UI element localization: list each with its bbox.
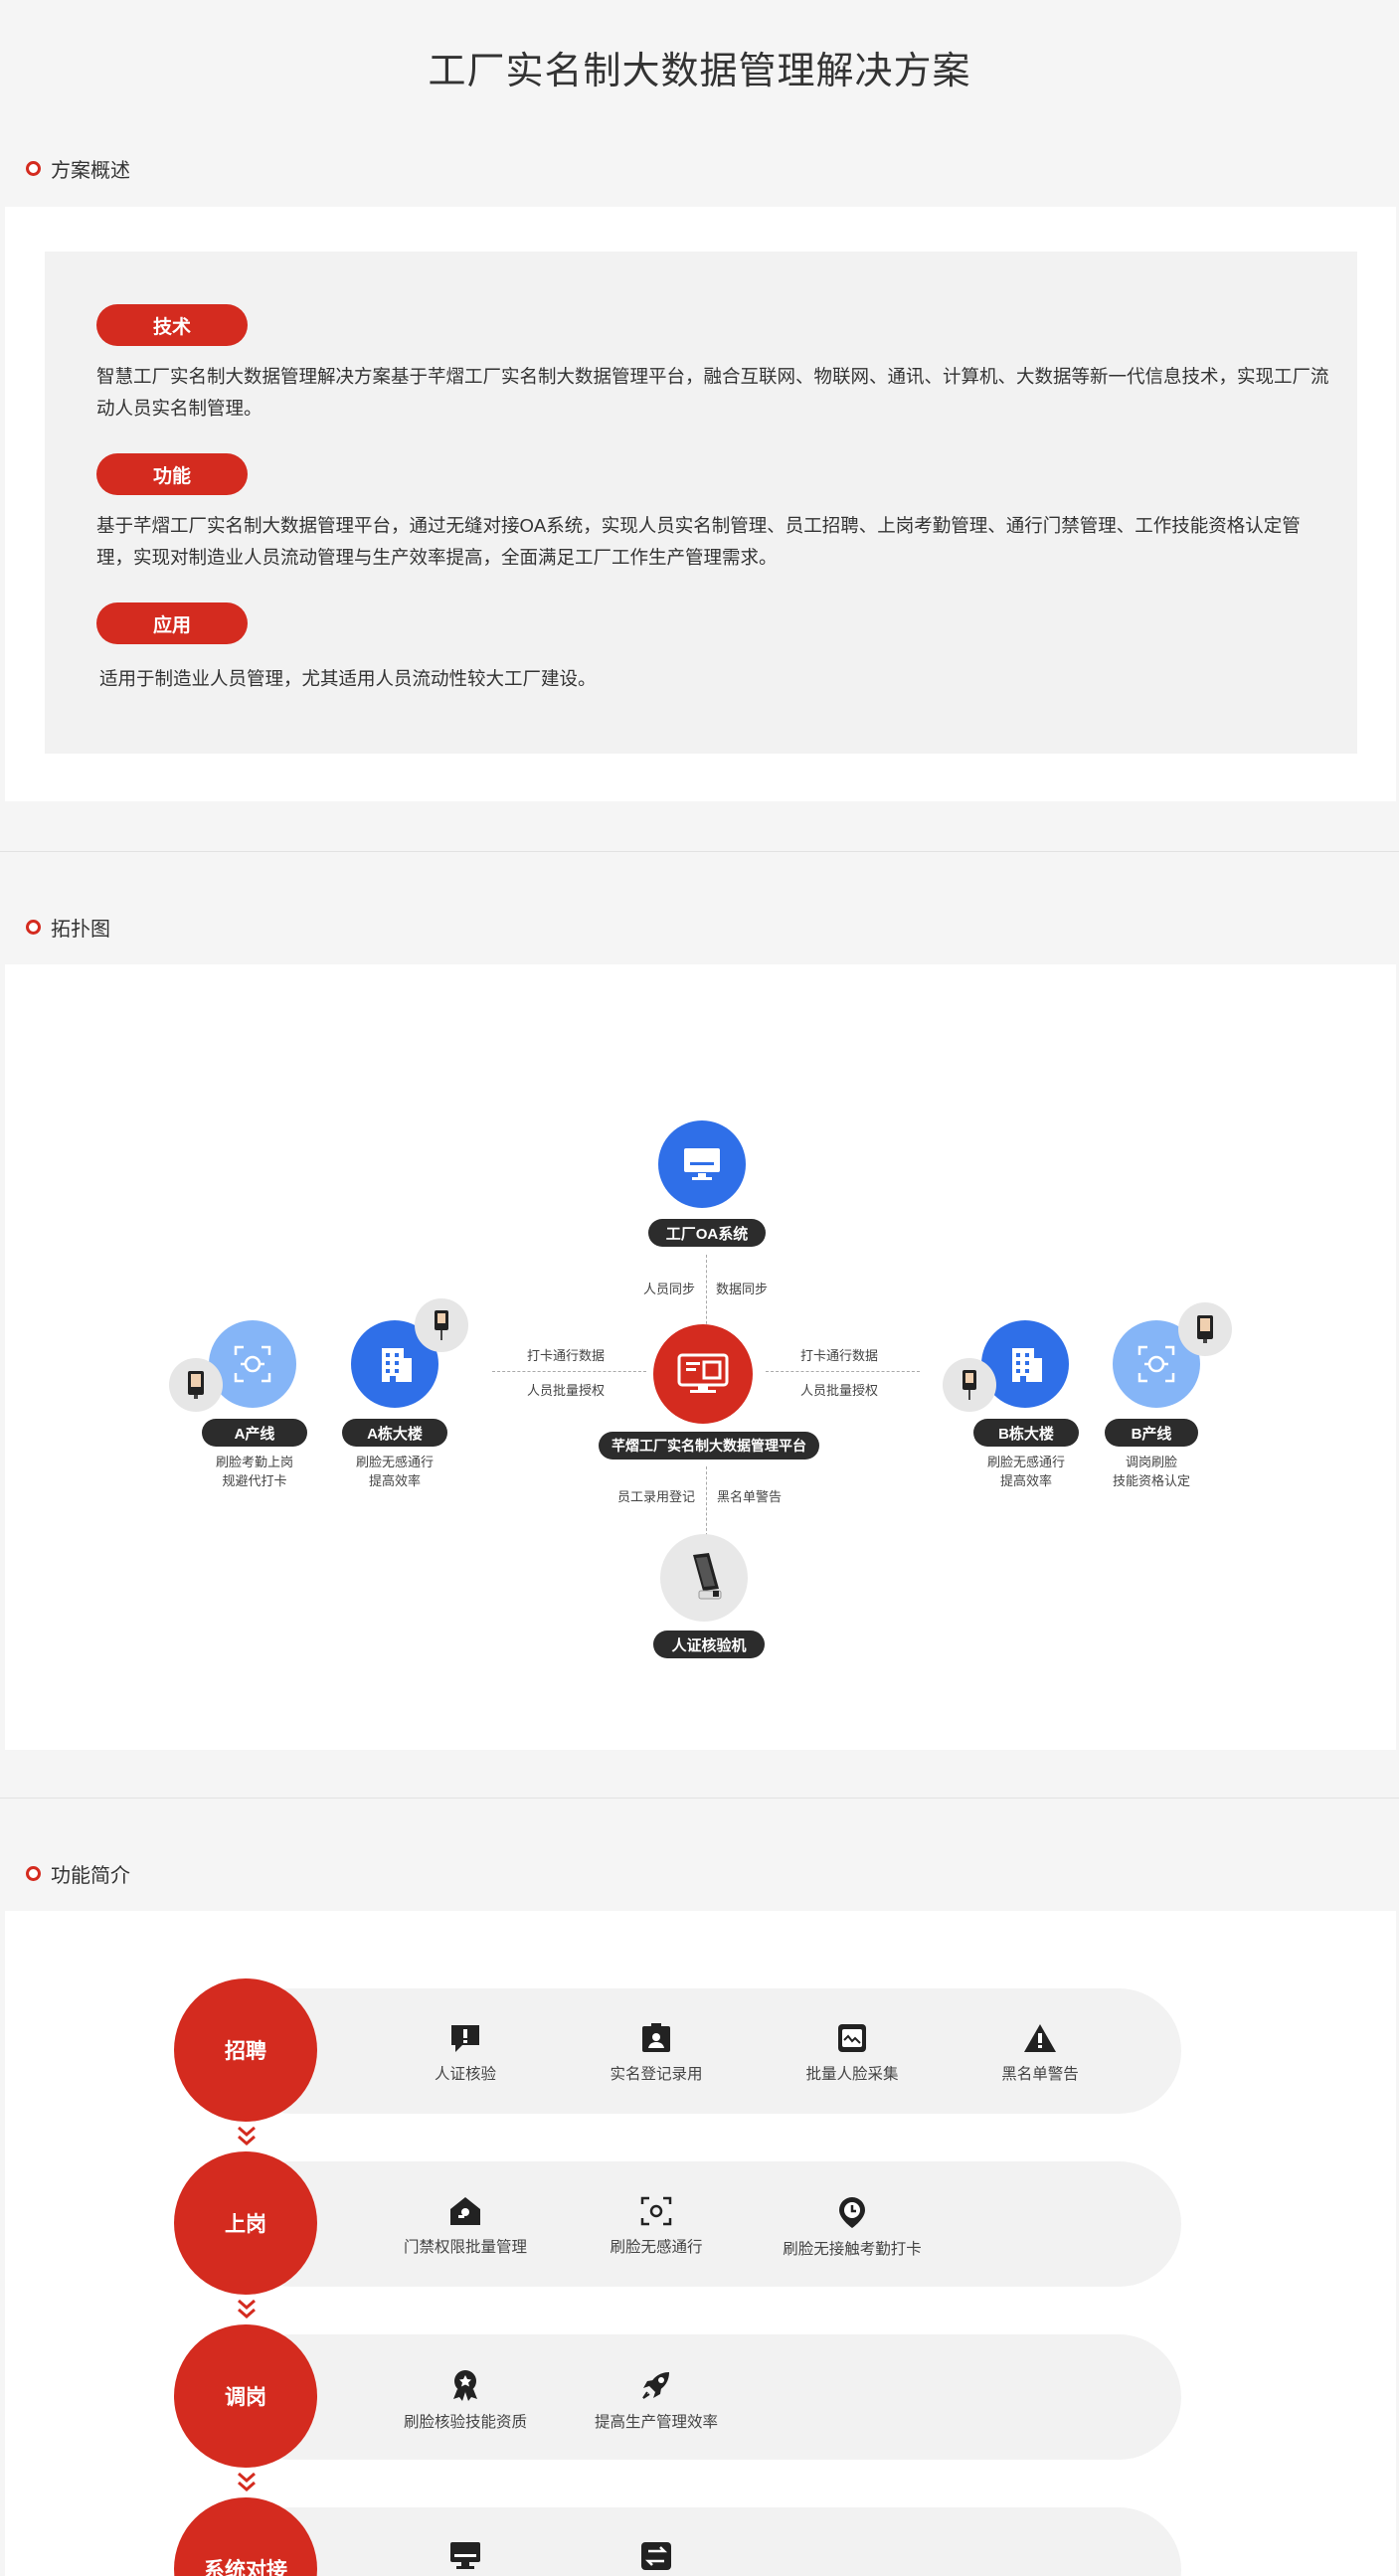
tech-pill: 技术 xyxy=(96,304,248,346)
face-scan-icon xyxy=(234,1345,271,1383)
feature-item: 刷脸无接触考勤打卡 xyxy=(768,2195,937,2259)
a-building-tag: A栋大楼 xyxy=(342,1419,447,1447)
id-verification-device-node xyxy=(660,1534,748,1622)
left-top-label: 打卡通行数据 xyxy=(527,1348,606,1363)
section-header-topology: 拓扑图 xyxy=(26,913,110,942)
a-line-desc: 刷脸考勤上岗 规避代打卡 xyxy=(215,1455,293,1488)
function-text: 基于芊熠工厂实名制大数据管理平台，通过无缝对接OA系统，实现人员实名制管理、员工… xyxy=(96,515,1301,568)
feature-item: 门禁权限批量管理 xyxy=(381,2195,550,2257)
alert-message-icon xyxy=(451,2025,479,2052)
b-building-terminal-badge xyxy=(943,1358,996,1412)
platform-tag: 芊熠工厂实名制大数据管理平台 xyxy=(599,1432,819,1460)
right-top-label: 打卡通行数据 xyxy=(800,1348,879,1363)
warning-icon xyxy=(1024,2024,1056,2052)
page-title: 工厂实名制大数据管理解决方案 xyxy=(428,51,971,92)
bottom-left-label: 员工录用登记 xyxy=(617,1489,696,1504)
building-icon xyxy=(382,1348,412,1382)
divider xyxy=(0,1798,1399,1799)
monitor-icon xyxy=(684,1148,720,1180)
section-header-overview: 方案概述 xyxy=(26,154,130,183)
bottom-right-label: 黑名单警告 xyxy=(717,1489,783,1504)
stage-recruit: 招聘 xyxy=(174,1978,317,2122)
feature-item: 实名登记录用 xyxy=(572,2022,741,2084)
b-building-tag: B栋大楼 xyxy=(973,1419,1079,1447)
building-icon xyxy=(1012,1348,1042,1382)
feature-item: 提高生产管理效率 xyxy=(572,2368,741,2432)
a-building-terminal-badge xyxy=(415,1298,468,1352)
oa-left-label: 人员同步 xyxy=(643,1282,696,1296)
a-line-terminal-badge xyxy=(169,1358,223,1412)
circle-bullet-icon xyxy=(26,161,41,176)
device-tag: 人证核验机 xyxy=(653,1631,765,1658)
overview-panel: 技术 智慧工厂实名制大数据管理解决方案基于芊熠工厂实名制大数据管理平台，融合互联… xyxy=(45,252,1357,754)
feature-item: 刷脸无感通行 xyxy=(572,2195,741,2257)
b-line-desc: 调岗刷脸 技能资格认定 xyxy=(1112,1455,1190,1488)
face-terminal-icon xyxy=(435,1310,448,1340)
section-title: 方案概述 xyxy=(51,160,130,182)
function-pill: 功能 xyxy=(96,453,248,495)
topology-card: 工厂OA系统 人员同步 数据同步 芊熠工厂实名制大数据管理平台 打卡通行数据 人… xyxy=(5,964,1396,1750)
connector-line xyxy=(492,1371,646,1372)
a-building-desc: 刷脸无感通行 提高效率 xyxy=(355,1455,434,1488)
feature-item: 人证核验 xyxy=(381,2022,550,2084)
feature-item xyxy=(381,2540,550,2576)
circle-bullet-icon xyxy=(26,920,41,935)
application-pill: 应用 xyxy=(96,602,248,644)
monitor-icon xyxy=(450,2542,480,2569)
oa-system-tag: 工厂OA系统 xyxy=(648,1219,766,1247)
b-line-tag: B产线 xyxy=(1105,1419,1198,1447)
connector-line xyxy=(706,1466,707,1536)
section-title: 功能简介 xyxy=(51,1865,130,1887)
connector-line xyxy=(766,1371,920,1372)
overview-card: 技术 智慧工厂实名制大数据管理解决方案基于芊熠工厂实名制大数据管理平台，融合互联… xyxy=(5,207,1396,801)
divider xyxy=(0,851,1399,852)
oa-system-node xyxy=(658,1120,746,1208)
chevron-down-icon xyxy=(238,2472,256,2491)
right-bottom-label: 人员批量授权 xyxy=(800,1383,879,1398)
feature-item: 刷脸核验技能资质 xyxy=(381,2368,550,2432)
platform-node xyxy=(653,1324,753,1424)
feature-item xyxy=(572,2540,741,2576)
face-terminal-icon xyxy=(188,1371,204,1399)
left-bottom-label: 人员批量授权 xyxy=(527,1383,606,1398)
face-collection-icon xyxy=(838,2024,866,2052)
face-terminal-icon xyxy=(962,1370,976,1400)
b-building-node xyxy=(981,1320,1069,1408)
chevron-down-icon xyxy=(238,2126,256,2146)
stage-transfer: 调岗 xyxy=(174,2324,317,2468)
access-key-icon xyxy=(450,2197,480,2225)
b-line-terminal-badge xyxy=(1178,1302,1232,1356)
face-scan-icon xyxy=(1137,1345,1175,1383)
connector-line xyxy=(706,1255,707,1334)
chevron-down-icon xyxy=(238,2299,256,2318)
clock-pin-icon xyxy=(839,2197,865,2228)
id-badge-icon xyxy=(642,2023,670,2052)
feature-item: 批量人脸采集 xyxy=(768,2022,937,2084)
section-title: 拓扑图 xyxy=(51,919,110,941)
award-medal-icon xyxy=(453,2370,477,2401)
rocket-icon xyxy=(642,2372,669,2399)
a-line-node xyxy=(209,1320,296,1408)
oa-right-label: 数据同步 xyxy=(716,1282,769,1296)
kiosk-device-icon xyxy=(693,1553,722,1600)
b-building-desc: 刷脸无感通行 提高效率 xyxy=(986,1455,1065,1488)
circle-bullet-icon xyxy=(26,1866,41,1881)
face-scan-icon xyxy=(640,2196,672,2226)
dashboard-monitor-icon xyxy=(677,1353,729,1393)
feature-item: 黑名单警告 xyxy=(956,2022,1125,2084)
swap-arrows-icon xyxy=(641,2542,671,2570)
a-line-tag: A产线 xyxy=(202,1419,307,1447)
section-header-features: 功能简介 xyxy=(26,1859,130,1888)
stage-onboard: 上岗 xyxy=(174,2151,317,2295)
tech-text: 智慧工厂实名制大数据管理解决方案基于芊熠工厂实名制大数据管理平台，融合互联网、物… xyxy=(96,366,1329,419)
face-terminal-icon xyxy=(1197,1315,1213,1343)
application-text: 适用于制造业人员管理，尤其适用人员流动性较大工厂建设。 xyxy=(99,668,597,689)
